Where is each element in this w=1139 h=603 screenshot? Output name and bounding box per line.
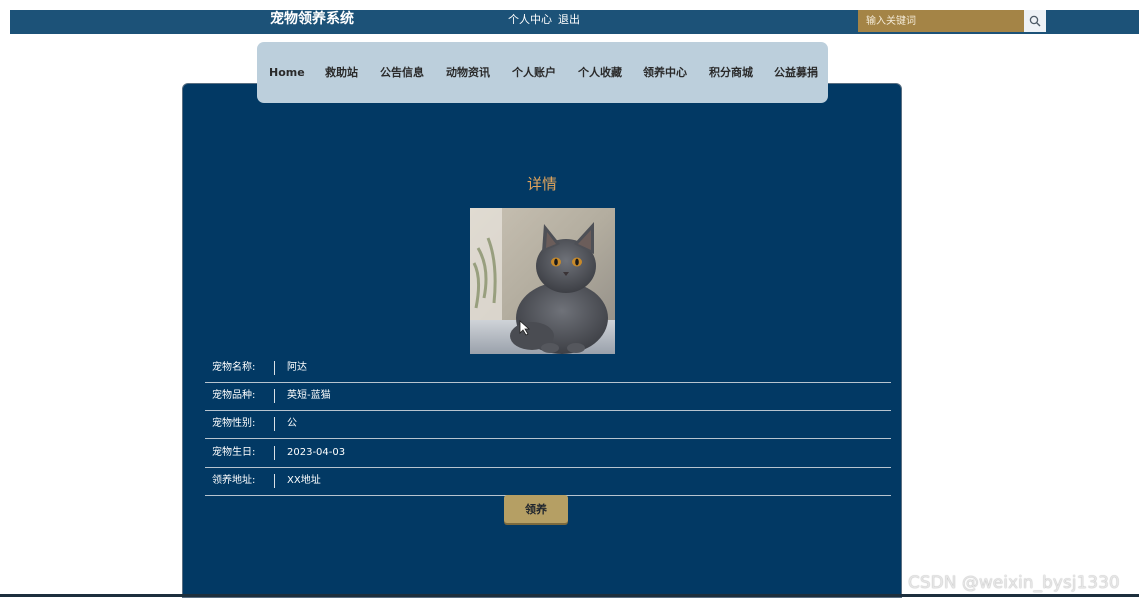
nav-item-points-mall[interactable]: 积分商城 xyxy=(709,42,753,103)
pet-breed-value: 英短-蓝猫 xyxy=(287,390,331,401)
pet-breed-row: 宠物品种: 英短-蓝猫 xyxy=(205,382,891,411)
adoption-address-value: XX地址 xyxy=(287,475,321,486)
watermark: CSDN @weixin_bysj1330 xyxy=(908,573,1120,593)
field-divider xyxy=(274,361,275,375)
search-button[interactable] xyxy=(1024,10,1046,32)
top-bar: 宠物领养系统 个人中心 退出 xyxy=(10,10,1139,34)
field-divider xyxy=(274,446,275,460)
nav-item-account[interactable]: 个人账户 xyxy=(512,42,556,103)
nav-item-rescue-station[interactable]: 救助站 xyxy=(325,42,358,103)
search-input[interactable] xyxy=(858,10,1024,32)
pet-name-label: 宠物名称: xyxy=(212,362,256,373)
adoption-address-row: 领养地址: XX地址 xyxy=(205,467,891,496)
field-divider xyxy=(274,389,275,403)
pet-name-value: 阿达 xyxy=(287,362,307,373)
pet-gender-label: 宠物性别: xyxy=(212,418,256,429)
pet-birthday-label: 宠物生日: xyxy=(212,447,256,458)
user-center-link[interactable]: 个人中心 xyxy=(508,13,552,26)
field-divider xyxy=(274,417,275,431)
main-nav: Home 救助站 公告信息 动物资讯 个人账户 个人收藏 领养中心 积分商城 公… xyxy=(257,42,828,103)
page: 宠物领养系统 个人中心退出 Home 救助站 公告信息 动物资讯 个人账户 个人… xyxy=(0,0,1139,603)
adoption-address-label: 领养地址: xyxy=(212,475,256,486)
nav-item-donations[interactable]: 公益募捐 xyxy=(774,42,818,103)
pet-name-row: 宠物名称: 阿达 xyxy=(205,354,891,383)
pet-birthday-value: 2023-04-03 xyxy=(287,447,346,458)
pet-birthday-row: 宠物生日: 2023-04-03 xyxy=(205,439,891,468)
nav-item-animal-news[interactable]: 动物资讯 xyxy=(446,42,490,103)
logout-link[interactable]: 退出 xyxy=(558,13,580,26)
adopt-button[interactable]: 领养 xyxy=(504,495,568,523)
pet-gender-value: 公 xyxy=(287,418,297,429)
nav-item-adoption-center[interactable]: 领养中心 xyxy=(643,42,687,103)
detail-title: 详情 xyxy=(526,175,557,193)
pet-breed-label: 宠物品种: xyxy=(212,390,256,401)
pet-gender-row: 宠物性别: 公 xyxy=(205,410,891,439)
nav-item-home[interactable]: Home xyxy=(269,42,305,103)
search-icon xyxy=(1029,15,1041,27)
bottom-divider xyxy=(0,594,1139,597)
field-divider xyxy=(274,474,275,488)
nav-item-favorites[interactable]: 个人收藏 xyxy=(578,42,622,103)
pet-photo xyxy=(470,208,615,354)
site-title: 宠物领养系统 xyxy=(270,11,354,27)
nav-item-announcements[interactable]: 公告信息 xyxy=(380,42,424,103)
user-links: 个人中心 退出 xyxy=(508,10,580,29)
